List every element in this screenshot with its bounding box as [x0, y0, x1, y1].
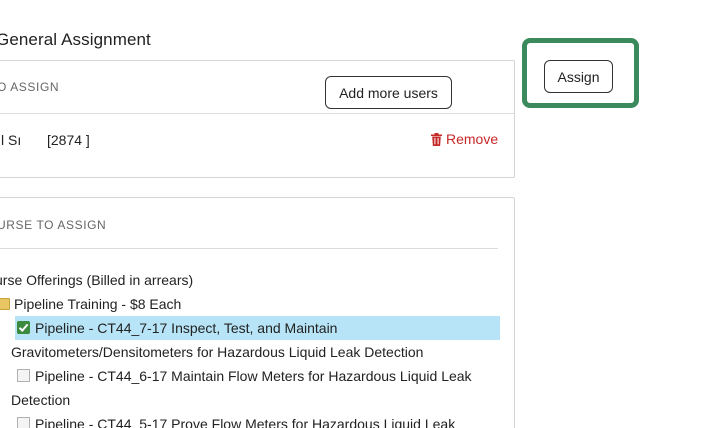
- course-item-continuation: Gravitometers/Densitometers for Hazardou…: [11, 344, 424, 360]
- folder-label: Pipeline Training - $8 Each: [14, 296, 182, 312]
- add-more-users-button[interactable]: Add more users: [325, 76, 452, 109]
- user-id: [2874 ]: [47, 132, 90, 148]
- remove-user-link[interactable]: Remove: [431, 131, 498, 147]
- user-name: l Sı: [1, 132, 22, 148]
- remove-label: Remove: [446, 131, 499, 147]
- checkbox-checked-icon[interactable]: [17, 321, 30, 334]
- users-divider: [0, 113, 514, 114]
- checkbox-unchecked-icon[interactable]: [17, 417, 30, 428]
- general-assignment-page: General Assignment O ASSIGN Add more use…: [0, 0, 707, 428]
- course-section-label: URSE TO ASSIGN: [0, 218, 107, 232]
- course-divider: [0, 248, 498, 249]
- page-title: General Assignment: [0, 30, 151, 49]
- course-item-label: Pipeline - CT44_7-17 Inspect, Test, and …: [35, 320, 338, 336]
- folder-icon: [0, 298, 10, 310]
- users-section-label: O ASSIGN: [0, 80, 60, 94]
- course-item-ct44-7-17[interactable]: Pipeline - CT44_7-17 Inspect, Test, and …: [15, 316, 500, 340]
- tree-root-label[interactable]: urse Offerings (Billed in arrears): [0, 268, 193, 292]
- course-item-label: Pipeline - CT44_6-17 Maintain Flow Meter…: [35, 368, 472, 384]
- course-item-ct44-5-17[interactable]: Pipeline - CT44_5-17 Prove Flow Meters f…: [15, 412, 500, 428]
- course-item-ct44-6-17[interactable]: Pipeline - CT44_6-17 Maintain Flow Meter…: [15, 364, 500, 388]
- assign-button[interactable]: Assign: [544, 60, 613, 93]
- course-to-assign-panel: URSE TO ASSIGN urse Offerings (Billed in…: [0, 197, 515, 428]
- tree-folder-pipeline-training[interactable]: Pipeline Training - $8 Each: [0, 292, 181, 316]
- course-item-continuation: Detection: [11, 392, 71, 408]
- trash-icon: [431, 132, 442, 146]
- course-item-label: Pipeline - CT44_5-17 Prove Flow Meters f…: [35, 416, 456, 428]
- users-to-assign-panel: O ASSIGN Add more users l Sı [2874 ] Rem…: [0, 60, 515, 178]
- checkbox-unchecked-icon[interactable]: [17, 369, 30, 382]
